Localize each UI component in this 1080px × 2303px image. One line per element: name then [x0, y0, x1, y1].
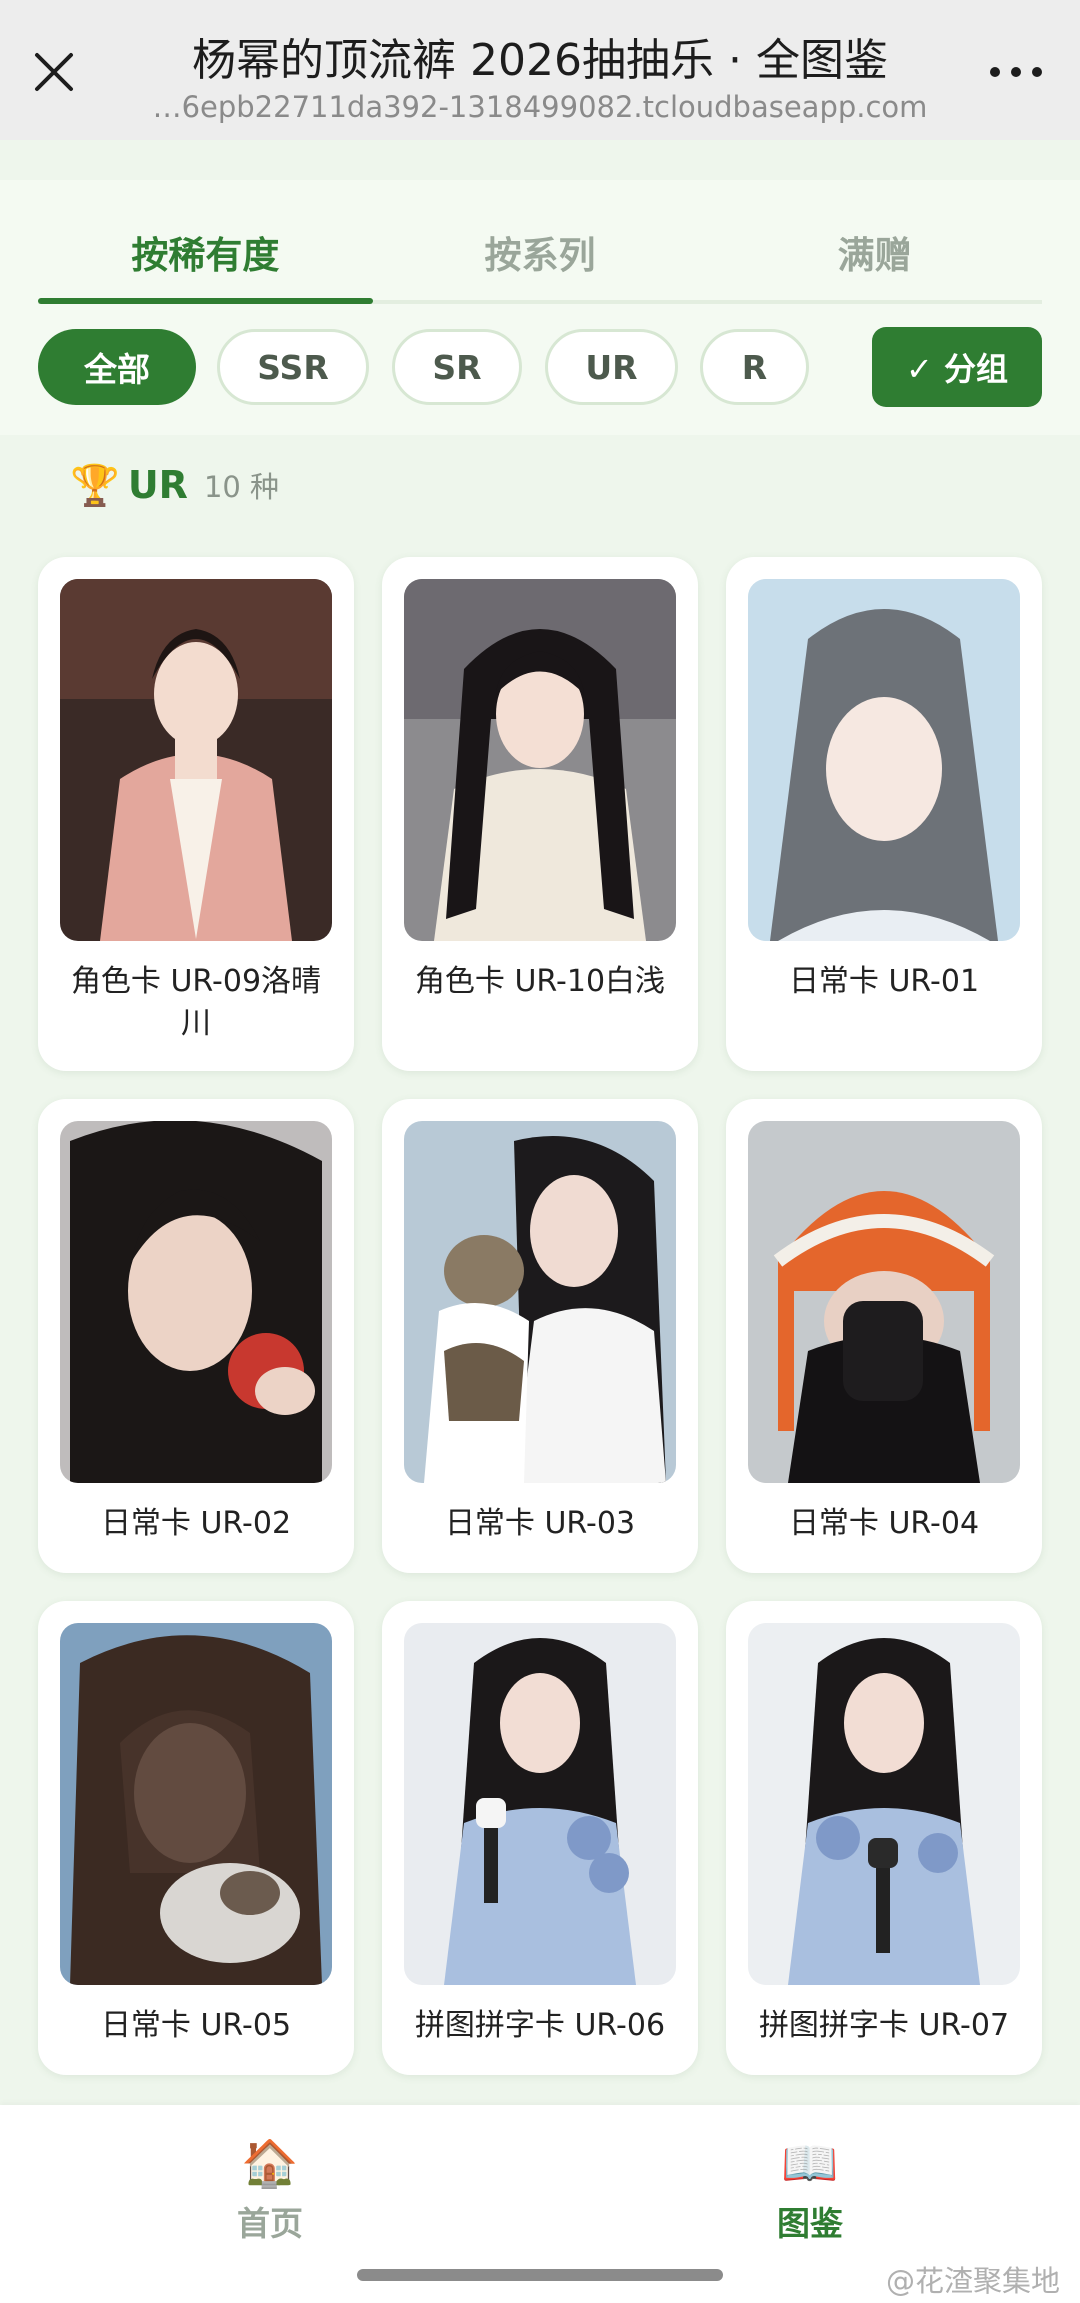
card-item[interactable]: 日常卡 UR-01 [726, 557, 1042, 1071]
card-item[interactable]: 角色卡 UR-10白浅 [382, 557, 698, 1071]
card-label: 日常卡 UR-04 [788, 1506, 980, 1541]
card-photo [60, 1121, 332, 1483]
card-photo [748, 579, 1020, 941]
sort-tabs: 按稀有度 按系列 满赠 [38, 205, 1042, 304]
filter-r[interactable]: R [700, 329, 809, 405]
card-item[interactable]: 日常卡 UR-04 [726, 1099, 1042, 1573]
card-photo [748, 1623, 1020, 1985]
card-item[interactable]: 日常卡 UR-05 [38, 1601, 354, 2075]
trophy-icon: 🏆 [70, 462, 120, 509]
card-photo [404, 1623, 676, 1985]
home-indicator[interactable] [357, 2269, 723, 2281]
filter-sr[interactable]: SR [392, 329, 522, 405]
section-count: 10 种 [203, 470, 280, 504]
card-photo [60, 579, 332, 941]
card-photo [404, 1121, 676, 1483]
card-item[interactable]: 拼图拼字卡 UR-07 [726, 1601, 1042, 2075]
filter-ur[interactable]: UR [545, 329, 678, 405]
close-icon [35, 53, 73, 91]
nav-collection-label: 图鉴 [777, 2204, 843, 2243]
card-label: 日常卡 UR-03 [444, 1506, 636, 1541]
card-photo [404, 579, 676, 941]
more-icon [990, 67, 1042, 77]
section-header: 🏆 UR 10 种 [70, 455, 279, 515]
card-label: 日常卡 UR-05 [100, 2008, 292, 2043]
nav-home[interactable]: 🏠 首页 [170, 2135, 370, 2245]
card-label: 日常卡 UR-01 [788, 964, 980, 999]
card-item[interactable]: 日常卡 UR-03 [382, 1099, 698, 1573]
section-rarity: UR [127, 463, 188, 507]
book-icon: 📖 [781, 2136, 839, 2190]
card-label: 日常卡 UR-02 [100, 1506, 292, 1541]
card-item[interactable]: 拼图拼字卡 UR-06 [382, 1601, 698, 2075]
tab-gifts[interactable]: 满赠 [707, 205, 1042, 300]
house-icon: 🏠 [241, 2136, 299, 2190]
tab-by-rarity[interactable]: 按稀有度 [38, 205, 373, 304]
card-item[interactable]: 日常卡 UR-02 [38, 1099, 354, 1573]
card-label: 拼图拼字卡 UR-06 [414, 2008, 666, 2043]
watermark: @花渣聚集地 [885, 2264, 1060, 2298]
card-label: 角色卡 UR-10白浅 [414, 964, 666, 999]
close-button[interactable] [24, 42, 84, 102]
group-toggle-button[interactable]: ✓ 分组 [872, 327, 1042, 407]
nav-collection[interactable]: 📖 图鉴 [710, 2135, 910, 2245]
tab-by-series[interactable]: 按系列 [373, 205, 708, 300]
page-url: …6epb22711da392-1318499082.tcloudbaseapp… [152, 90, 928, 124]
filter-all[interactable]: 全部 [38, 329, 196, 405]
nav-home-label: 首页 [237, 2204, 303, 2243]
page-title: 杨幂的顶流裤 2026抽抽乐 · 全图鉴 [192, 35, 888, 86]
browser-top-bar: 杨幂的顶流裤 2026抽抽乐 · 全图鉴 …6epb22711da392-131… [0, 0, 1080, 140]
card-label: 角色卡 UR-09洛晴川 [70, 964, 322, 1041]
card-photo [748, 1121, 1020, 1483]
filter-ssr[interactable]: SSR [217, 329, 369, 405]
card-photo [60, 1623, 332, 1985]
card-item[interactable]: 角色卡 UR-09洛晴川 [38, 557, 354, 1071]
more-options-button[interactable] [976, 42, 1056, 102]
card-label: 拼图拼字卡 UR-07 [758, 2008, 1010, 2043]
